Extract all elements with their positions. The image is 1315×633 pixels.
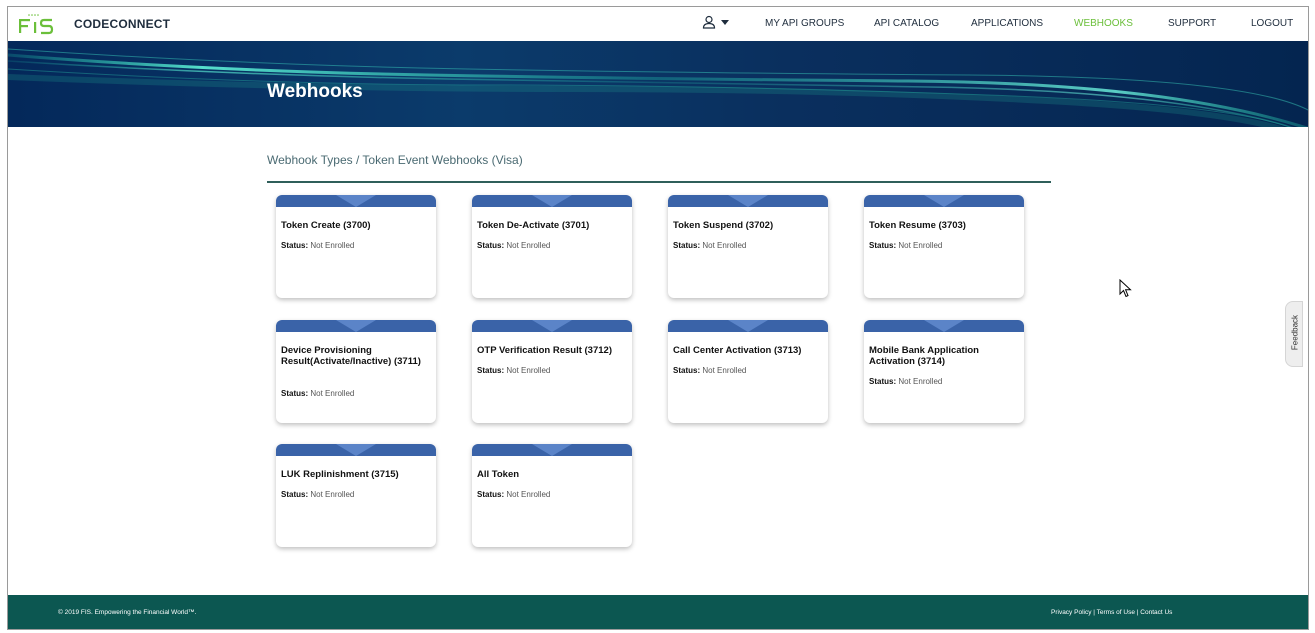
- card-title: All Token: [477, 469, 520, 480]
- card-status: Status: Not Enrolled: [477, 241, 551, 250]
- user-menu-button[interactable]: [702, 15, 730, 29]
- card-status: Status: Not Enrolled: [477, 366, 551, 375]
- caret-down-icon: [721, 20, 729, 25]
- nav-webhooks[interactable]: WEBHOOKS: [1074, 18, 1133, 29]
- card-band: [864, 195, 1024, 207]
- card-title: Device Provisioning Result(Activate/Inac…: [281, 345, 421, 367]
- card-band: [472, 444, 632, 456]
- card-status: Status: Not Enrolled: [869, 377, 943, 386]
- webhook-card-token-de-activate[interactable]: Token De-Activate (3701) Status: Not Enr…: [472, 195, 632, 298]
- card-title: Token Resume (3703): [869, 220, 966, 231]
- feedback-tab[interactable]: Feedback: [1285, 301, 1303, 367]
- card-title: Token Suspend (3702): [673, 220, 774, 231]
- card-title: Mobile Bank Application Activation (3714…: [869, 345, 979, 367]
- card-title: OTP Verification Result (3712): [477, 345, 612, 356]
- webhook-card-otp-verification[interactable]: OTP Verification Result (3712) Status: N…: [472, 320, 632, 423]
- browser-frame: CODECONNECT MY API GROUPS API CATALOG AP…: [7, 6, 1309, 630]
- card-band: [276, 195, 436, 207]
- page-title: Webhooks: [267, 81, 363, 102]
- card-status: Status: Not Enrolled: [281, 389, 355, 398]
- card-band: [668, 195, 828, 207]
- footer-link-contact-us[interactable]: Contact Us: [1140, 609, 1172, 616]
- card-band: [668, 320, 828, 332]
- footer-link-privacy-policy[interactable]: Privacy Policy: [1051, 609, 1091, 616]
- hero-banner: Webhooks: [8, 41, 1308, 127]
- card-title: Token Create (3700): [281, 220, 371, 231]
- nav-applications[interactable]: APPLICATIONS: [971, 18, 1043, 29]
- nav-support[interactable]: SUPPORT: [1168, 18, 1216, 29]
- webhook-card-token-resume[interactable]: Token Resume (3703) Status: Not Enrolled: [864, 195, 1024, 298]
- card-band: [472, 320, 632, 332]
- feedback-label: Feedback: [1290, 314, 1300, 351]
- footer: © 2019 FIS. Empowering the Financial Wor…: [8, 595, 1308, 629]
- webhook-card-mobile-bank-activation[interactable]: Mobile Bank Application Activation (3714…: [864, 320, 1024, 423]
- card-status: Status: Not Enrolled: [673, 241, 747, 250]
- card-band: [276, 444, 436, 456]
- card-status: Status: Not Enrolled: [869, 241, 943, 250]
- hero-wave-graphic: [8, 48, 1308, 127]
- mouse-cursor-icon: [1119, 279, 1132, 298]
- card-band: [864, 320, 1024, 332]
- card-title: Token De-Activate (3701): [477, 220, 590, 231]
- webhook-card-luk-replinishment[interactable]: LUK Replinishment (3715) Status: Not Enr…: [276, 444, 436, 547]
- top-navigation: CODECONNECT MY API GROUPS API CATALOG AP…: [8, 7, 1308, 41]
- card-status: Status: Not Enrolled: [281, 490, 355, 499]
- webhook-card-all-token[interactable]: All Token Status: Not Enrolled: [472, 444, 632, 547]
- brand-name: CODECONNECT: [74, 17, 171, 31]
- card-band: [276, 320, 436, 332]
- footer-copyright: © 2019 FIS. Empowering the Financial Wor…: [58, 609, 197, 616]
- webhook-card-token-create[interactable]: Token Create (3700) Status: Not Enrolled: [276, 195, 436, 298]
- section-divider: [267, 181, 1051, 183]
- webhook-card-token-suspend[interactable]: Token Suspend (3702) Status: Not Enrolle…: [668, 195, 828, 298]
- card-title: LUK Replinishment (3715): [281, 469, 399, 480]
- nav-logout[interactable]: LOGOUT: [1251, 18, 1293, 29]
- nav-my-api-groups[interactable]: MY API GROUPS: [765, 18, 844, 29]
- user-icon: [702, 15, 716, 29]
- card-status: Status: Not Enrolled: [281, 241, 355, 250]
- webhook-card-device-provisioning[interactable]: Device Provisioning Result(Activate/Inac…: [276, 320, 436, 423]
- nav-api-catalog[interactable]: API CATALOG: [874, 18, 939, 29]
- card-title: Call Center Activation (3713): [673, 345, 802, 356]
- breadcrumb: Webhook Types / Token Event Webhooks (Vi…: [267, 153, 523, 167]
- card-status: Status: Not Enrolled: [477, 490, 551, 499]
- footer-link-terms-of-use[interactable]: Terms of Use: [1097, 609, 1135, 616]
- footer-links: Privacy Policy | Terms of Use | Contact …: [1051, 609, 1173, 616]
- fis-logo[interactable]: [18, 13, 62, 35]
- webhook-card-call-center-activation[interactable]: Call Center Activation (3713) Status: No…: [668, 320, 828, 423]
- card-band: [472, 195, 632, 207]
- fis-logo-icon: [19, 14, 54, 35]
- card-status: Status: Not Enrolled: [673, 366, 747, 375]
